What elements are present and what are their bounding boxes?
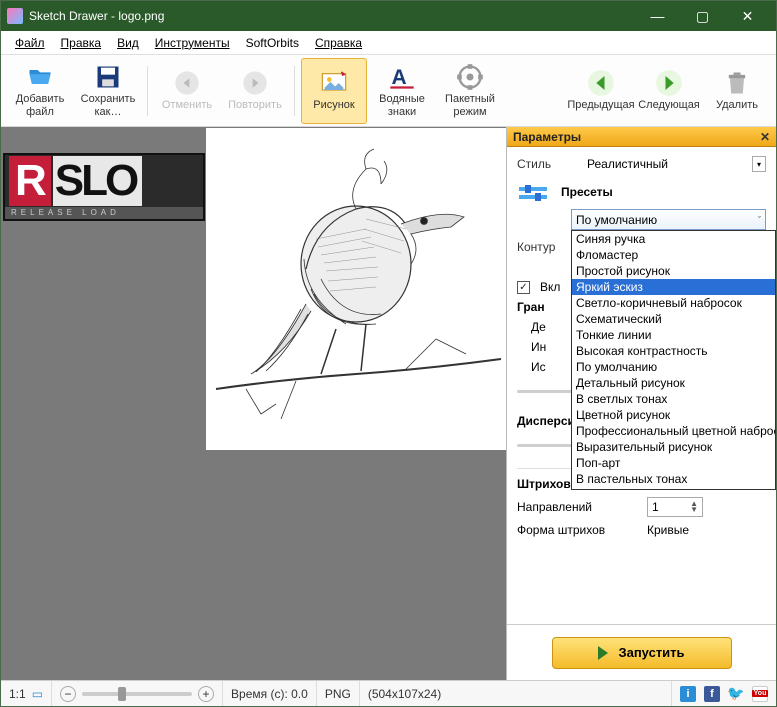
parameters-panel: Параметры ✕ Стиль Реалистичный ▾ Пресеты… [506,127,776,680]
zoom-in-button[interactable]: + [198,686,214,702]
play-icon [598,646,608,660]
add-file-button[interactable]: Добавить файл [7,58,73,124]
save-as-button[interactable]: Сохранить как… [75,58,141,124]
trash-icon [723,69,751,97]
menu-view[interactable]: Вид [109,33,147,53]
twitter-icon[interactable]: 🐦 [728,686,744,702]
watermark-button[interactable]: A Водяные знаки [369,58,435,124]
bird-sketch-icon [206,128,506,450]
preset-option[interactable]: В светлых тонах [572,391,775,407]
redo-button[interactable]: Повторить [222,58,288,124]
window-title: Sketch Drawer - logo.png [29,9,635,23]
menu-file[interactable]: Файл [7,33,53,53]
fit-icon[interactable]: ▭ [32,687,43,701]
prev-button[interactable]: Предыдущая [568,58,634,124]
preset-selected: По умолчанию [576,213,657,227]
zoom-ratio[interactable]: 1:1 ▭ [1,681,52,706]
enable-label: Вкл [540,280,560,294]
preset-option[interactable]: Фломастер [572,247,775,263]
arrow-left-icon [587,69,615,97]
run-button[interactable]: Запустить [552,637,732,669]
panel-close-button[interactable]: ✕ [760,130,770,144]
save-icon [94,63,122,91]
canvas-area[interactable]: RSLO RELEASE LOAD [1,127,506,680]
panel-header: Параметры ✕ [507,127,776,147]
info-icon[interactable]: i [680,686,696,702]
status-dims: (504x107x24) [360,681,672,706]
preset-option[interactable]: Высокая контрастность [572,343,775,359]
menubar: Файл Правка Вид Инструменты SoftOrbits С… [1,31,776,55]
zoom-slider[interactable] [82,692,192,696]
titlebar: Sketch Drawer - logo.png ― ▢ ✕ [1,1,776,31]
youtube-icon[interactable]: You [752,686,768,702]
status-time: Время (с): 0.0 [223,681,317,706]
arrow-right-icon [655,69,683,97]
delete-button[interactable]: Удалить [704,58,770,124]
preset-option[interactable]: Выразительный рисунок [572,439,775,455]
style-value: Реалистичный [583,155,742,173]
toolbar: Добавить файл Сохранить как… Отменить По… [1,55,776,127]
chevron-down-icon: ˇ [758,215,761,225]
preset-option[interactable]: Цветной рисунок [572,407,775,423]
svg-text:A: A [392,66,407,89]
preset-option[interactable]: Синяя ручка [572,231,775,247]
minimize-button[interactable]: ― [635,1,680,31]
batch-icon [456,63,484,91]
preset-option[interactable]: Поп-арт [572,455,775,471]
presets-label: Пресеты [561,185,766,199]
preset-option[interactable]: Простой рисунок [572,263,775,279]
redo-icon [241,69,269,97]
facebook-icon[interactable]: f [704,686,720,702]
preset-option[interactable]: Светло-коричневый набросок [572,295,775,311]
presets-combo[interactable]: По умолчанию ˇ Синяя ручкаФломастерПрост… [571,209,766,230]
folder-open-icon [26,63,54,91]
workspace: RSLO RELEASE LOAD [1,127,776,680]
preset-option[interactable]: Яркий эскиз [572,279,775,295]
undo-button[interactable]: Отменить [154,58,220,124]
style-dropdown-button[interactable]: ▾ [752,156,766,172]
enable-checkbox[interactable] [517,281,530,294]
statusbar: 1:1 ▭ − + Время (с): 0.0 PNG (504x107x24… [1,680,776,706]
preset-option[interactable]: В пастельных тонах [572,471,775,487]
preset-option[interactable]: По умолчанию [572,359,775,375]
picture-icon [320,69,348,97]
directions-label: Направлений [517,500,637,514]
contour-label: Контур [517,240,573,254]
preset-option[interactable]: Тонкие линии [572,327,775,343]
watermark-icon: A [388,63,416,91]
menu-softorbits[interactable]: SoftOrbits [238,33,307,53]
result-image [206,128,506,450]
source-image: RSLO RELEASE LOAD [3,153,205,221]
shape-label: Форма штрихов [517,523,637,537]
next-button[interactable]: Следующая [636,58,702,124]
close-button[interactable]: ✕ [725,1,770,31]
zoom-controls[interactable]: − + [52,681,223,706]
status-format: PNG [317,681,360,706]
picture-button[interactable]: Рисунок [301,58,367,124]
menu-tools[interactable]: Инструменты [147,33,238,53]
spinner-arrows-icon: ▲▼ [690,501,698,513]
preset-option[interactable]: Детальный рисунок [572,375,775,391]
directions-spinner[interactable]: 1 ▲▼ [647,497,703,517]
presets-icon [517,181,551,209]
style-label: Стиль [517,157,573,171]
undo-icon [173,69,201,97]
maximize-button[interactable]: ▢ [680,1,725,31]
presets-dropdown-list[interactable]: Синяя ручкаФломастерПростой рисунокЯркий… [571,230,776,490]
menu-help[interactable]: Справка [307,33,370,53]
shape-value: Кривые [647,523,689,537]
preset-option[interactable]: Схематический [572,311,775,327]
preset-option[interactable]: Профессиональный цветной наброс [572,423,775,439]
app-icon [7,8,23,24]
zoom-out-button[interactable]: − [60,686,76,702]
menu-edit[interactable]: Правка [53,33,110,53]
preset-option[interactable]: Пластик [572,487,775,490]
batch-button[interactable]: Пакетный режим [437,58,503,124]
